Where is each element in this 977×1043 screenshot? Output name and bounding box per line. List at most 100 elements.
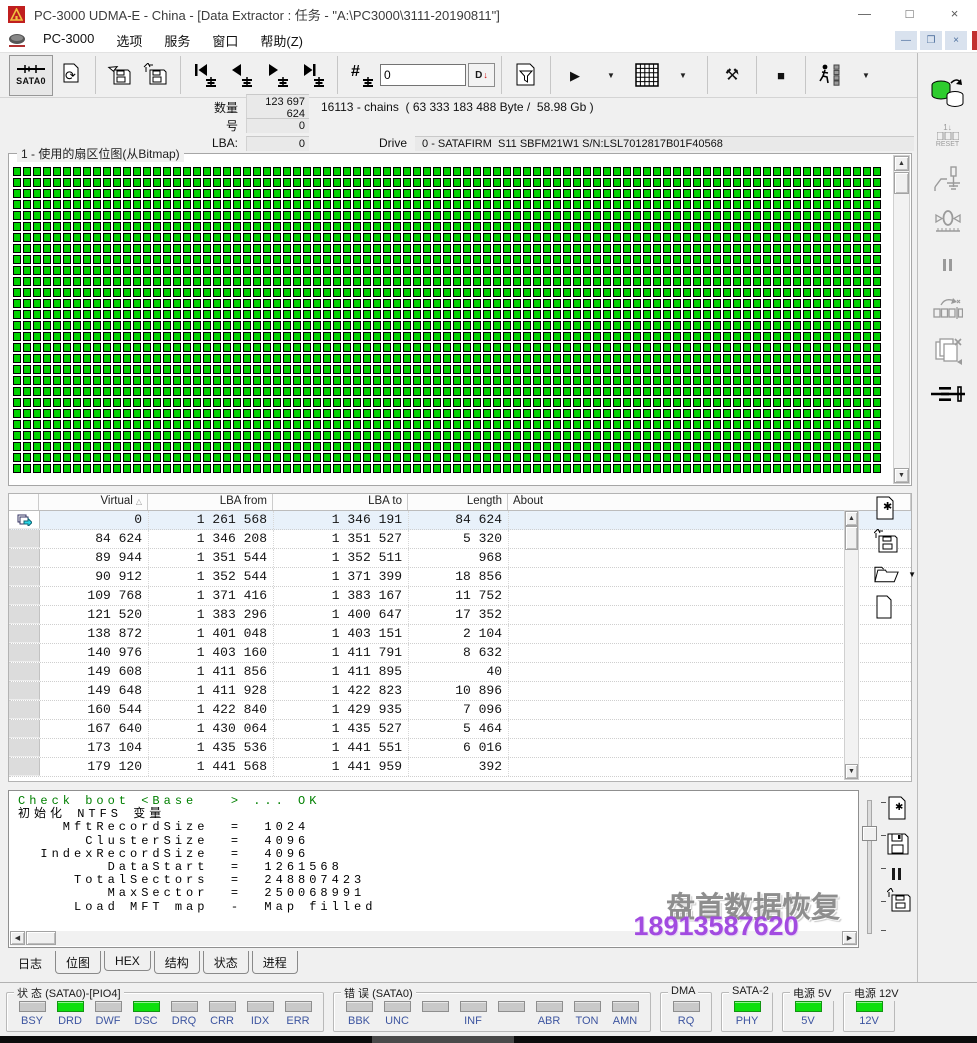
jumper-config-button[interactable]	[929, 162, 967, 196]
pause-button[interactable]	[929, 248, 967, 282]
chain-row[interactable]: 140 976 1 403 160 1 411 791 8 632	[9, 644, 911, 663]
sector-bitmap-grid[interactable]	[13, 167, 881, 473]
column-header-lba-from[interactable]: LBA from	[148, 494, 273, 510]
scroll-thumb[interactable]	[845, 526, 858, 550]
maximize-button[interactable]: □	[887, 0, 932, 28]
close-tasks-button[interactable]	[929, 334, 967, 368]
log-line: MftRecordSize = 1024	[18, 820, 310, 835]
bus-reset-button[interactable]	[929, 377, 967, 411]
save-result-button[interactable]	[874, 529, 916, 553]
menu-item-4[interactable]: 帮助(Z)	[249, 31, 314, 50]
bitmap-vscrollbar[interactable]: ▲ ▼	[893, 155, 910, 484]
filter-button[interactable]	[508, 55, 544, 95]
start-button[interactable]: ▶	[557, 55, 593, 95]
led-ERR	[284, 1001, 312, 1012]
chain-row[interactable]: 84 624 1 346 208 1 351 527 5 320	[9, 530, 911, 549]
log-speed-slider[interactable]	[867, 800, 872, 934]
start-options-dropdown[interactable]: ▼	[593, 55, 629, 95]
goto-chain-number-button[interactable]: #	[344, 55, 380, 95]
data-copy-button[interactable]	[929, 76, 967, 110]
save-map-as-button[interactable]	[138, 55, 174, 95]
run-process-dropdown[interactable]: ▼	[848, 55, 884, 95]
lba-field: 0	[246, 135, 309, 151]
dec-hex-toggle-button[interactable]: D ↓	[468, 63, 495, 87]
sector-edit-button[interactable]	[929, 291, 967, 325]
open-map-button[interactable]: ▼	[874, 562, 916, 586]
chain-row[interactable]: 179 120 1 441 568 1 441 959 392	[9, 758, 911, 777]
tab-结构[interactable]: 结构	[153, 951, 200, 974]
scroll-thumb[interactable]	[894, 172, 909, 194]
row-gutter	[9, 739, 40, 757]
chevron-down-icon: ▼	[862, 70, 870, 80]
tab-状态[interactable]: 状态	[202, 951, 249, 974]
sector-number-input[interactable]	[380, 64, 466, 86]
menu-item-2[interactable]: 服务	[153, 31, 201, 50]
next-chain-button[interactable]	[259, 55, 295, 95]
header-gutter	[9, 494, 39, 510]
save-log-button[interactable]	[887, 833, 911, 860]
chain-row[interactable]: 90 912 1 352 544 1 371 399 18 856	[9, 568, 911, 587]
last-chain-button[interactable]	[295, 55, 331, 95]
run-process-button[interactable]	[812, 55, 848, 95]
chain-row[interactable]: 149 648 1 411 928 1 422 823 10 896	[9, 682, 911, 701]
led-blank	[497, 1001, 525, 1012]
column-header-length[interactable]: Length	[408, 494, 508, 510]
menu-item-0[interactable]: PC-3000	[32, 31, 105, 50]
mdi-minimize-button[interactable]: —	[895, 31, 917, 50]
chain-row[interactable]: 109 768 1 371 416 1 383 167 11 752	[9, 587, 911, 606]
save-log-as-button[interactable]	[886, 887, 911, 917]
column-header-about[interactable]: About	[508, 494, 911, 510]
prev-chain-button[interactable]	[223, 55, 259, 95]
new-map-button[interactable]: ✱	[874, 496, 916, 520]
row-gutter	[9, 568, 40, 586]
pause-log-button[interactable]	[887, 868, 911, 880]
column-header-lba-to[interactable]: LBA to	[273, 494, 408, 510]
led-BBK	[345, 1001, 373, 1012]
tab-hex[interactable]: HEX	[104, 951, 151, 971]
reset-counter-button[interactable]: 1↓ RESET	[929, 119, 967, 153]
blank-doc-button[interactable]	[874, 595, 916, 619]
mdi-close-button[interactable]: ×	[945, 31, 967, 50]
scroll-up-button[interactable]: ▲	[845, 511, 858, 526]
scroll-up-button[interactable]: ▲	[894, 156, 909, 171]
build-map-dropdown[interactable]: ▼	[665, 55, 701, 95]
build-map-button[interactable]	[629, 55, 665, 95]
tab-进程[interactable]: 进程	[251, 951, 298, 974]
cell-length: 84 624	[409, 511, 509, 529]
mdi-restore-button[interactable]: ❐	[920, 31, 942, 50]
slider-handle[interactable]	[862, 826, 877, 841]
save-map-button[interactable]	[102, 55, 138, 95]
scroll-down-button[interactable]: ▼	[894, 468, 909, 483]
chain-row[interactable]: 173 104 1 435 536 1 441 551 6 016	[9, 739, 911, 758]
heads-map-button[interactable]	[929, 205, 967, 239]
chain-row[interactable]: 01 261 568 1 346 191 84 624	[9, 511, 911, 530]
scroll-thumb[interactable]	[26, 931, 56, 945]
port-select-button[interactable]: SATA0	[9, 54, 53, 96]
chain-row[interactable]: 167 640 1 430 064 1 435 527 5 464	[9, 720, 911, 739]
close-button[interactable]: ×	[932, 0, 977, 28]
minimize-button[interactable]: —	[842, 0, 887, 28]
led-label: 12V	[859, 1015, 879, 1027]
chain-row[interactable]: 160 544 1 422 840 1 429 935 7 096	[9, 701, 911, 720]
chain-row[interactable]: 149 608 1 411 856 1 411 895 40	[9, 663, 911, 682]
stop-button[interactable]: ■	[763, 55, 799, 95]
tab-位图[interactable]: 位图	[55, 951, 102, 974]
table-vscrollbar[interactable]: ▲ ▼	[844, 510, 859, 780]
first-chain-button[interactable]	[187, 55, 223, 95]
reload-task-button[interactable]: ⟳	[53, 55, 89, 95]
menu-item-1[interactable]: 选项	[105, 31, 153, 50]
tools-button[interactable]: ⚒	[714, 55, 750, 95]
chain-row[interactable]: 138 872 1 401 048 1 403 151 2 104	[9, 625, 911, 644]
column-header-virtual[interactable]: Virtual △	[39, 494, 148, 510]
chain-row[interactable]: 121 520 1 383 296 1 400 647 17 352	[9, 606, 911, 625]
chain-row[interactable]: 89 944 1 351 544 1 352 511 968	[9, 549, 911, 568]
cell-virtual: 140 976	[40, 644, 149, 662]
scroll-right-button[interactable]: ▶	[842, 931, 857, 945]
scroll-down-button[interactable]: ▼	[845, 764, 858, 779]
menu-item-3[interactable]: 窗口	[201, 31, 249, 50]
cell-lba-to: 1 352 511	[274, 549, 409, 567]
tab-日志[interactable]: 日志	[8, 951, 53, 974]
scroll-left-button[interactable]: ◀	[10, 931, 25, 945]
new-log-button[interactable]: ✱	[887, 796, 911, 825]
led-label: BBK	[347, 1015, 370, 1027]
